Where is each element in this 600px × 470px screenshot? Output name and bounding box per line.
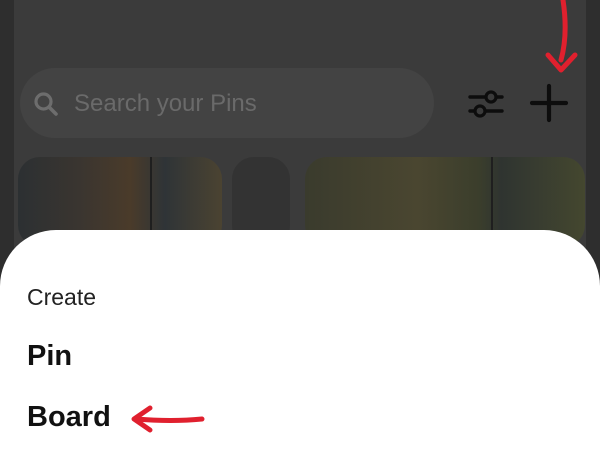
search-input[interactable] bbox=[72, 82, 416, 126]
create-pin-option[interactable]: Pin bbox=[27, 340, 72, 373]
pins-screen: Create Pin Board bbox=[0, 0, 600, 470]
sheet-title: Create bbox=[27, 284, 97, 310]
create-bottom-sheet: Create Pin Board bbox=[0, 230, 600, 470]
arrow-down-head bbox=[545, 52, 578, 73]
filter-sliders-icon[interactable] bbox=[466, 84, 506, 124]
search-bar[interactable] bbox=[20, 68, 434, 138]
plus-icon[interactable] bbox=[528, 82, 570, 124]
search-icon bbox=[34, 92, 58, 116]
arrow-down-to-plus bbox=[558, 0, 568, 63]
create-board-option[interactable]: Board bbox=[27, 401, 111, 434]
